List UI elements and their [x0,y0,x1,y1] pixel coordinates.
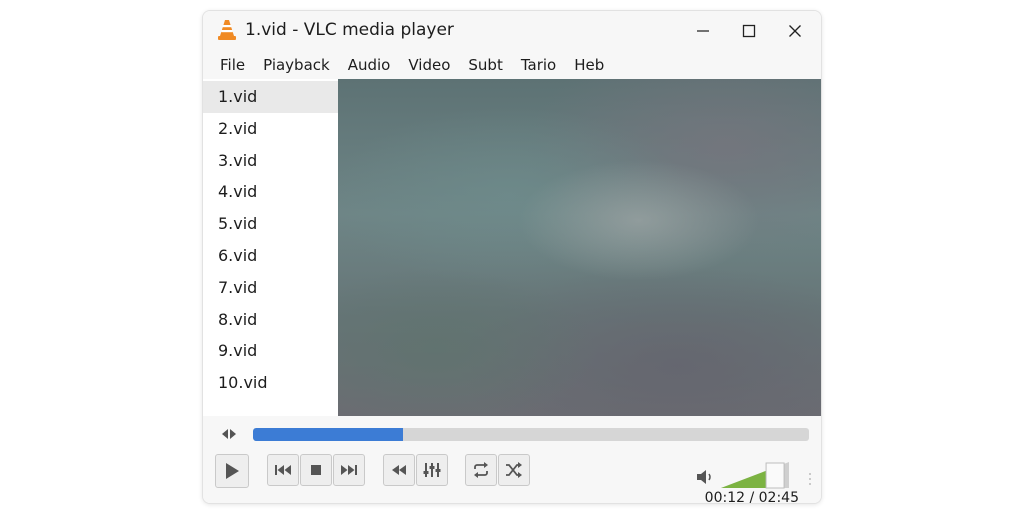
play-icon [226,463,239,479]
time-display: 00:12 / 02:45 [643,490,799,504]
seek-toggle-icon[interactable] [219,426,239,442]
stop-icon [311,465,321,475]
next-button[interactable] [333,454,365,486]
playlist-item[interactable]: 5.vid [203,208,338,240]
playlist-item[interactable]: 2.vid [203,113,338,145]
resize-grip-icon[interactable] [808,472,812,486]
vlc-window: 1.vid - VLC media player File Piayback A… [202,10,822,504]
menu-bar: File Piayback Audio Video Subt Tario Heb [203,51,821,79]
stop-button[interactable] [300,454,332,486]
speaker-icon[interactable] [696,469,716,485]
close-icon [789,25,801,37]
skip-next-icon [341,465,357,475]
previous-button[interactable] [267,454,299,486]
maximize-icon [742,24,756,38]
loop-button[interactable] [465,454,497,486]
rewind-icon [392,465,406,475]
equalizer-button[interactable] [416,454,448,486]
menu-subtitle[interactable]: Subt [459,51,511,79]
window-title: 1.vid - VLC media player [245,20,454,40]
skip-previous-icon [275,465,291,475]
maximize-button[interactable] [729,15,769,47]
time-separator: / [749,490,755,504]
seek-bar[interactable] [253,428,809,441]
playlist: 1.vid 2.vid 3.vid 4.vid 5.vid 6.vid 7.vi… [203,79,338,416]
minimize-icon [697,30,709,32]
menu-tools[interactable]: Tario [512,51,565,79]
menu-audio[interactable]: Audio [339,51,400,79]
menu-playback[interactable]: Piayback [254,51,339,79]
play-button[interactable] [215,454,249,488]
title-bar: 1.vid - VLC media player [203,11,821,51]
minimize-button[interactable] [683,15,723,47]
shuffle-icon [506,462,522,478]
loop-icon [474,462,488,478]
menu-file[interactable]: File [211,51,254,79]
volume-level [721,470,767,488]
playlist-item[interactable]: 1.vid [203,81,338,113]
playlist-item[interactable]: 9.vid [203,335,338,367]
video-area[interactable] [338,79,821,416]
equalizer-icon [423,463,441,477]
seek-bar-progress [253,428,404,441]
playlist-item[interactable]: 4.vid [203,176,338,208]
volume-handle[interactable] [765,462,785,489]
playlist-item[interactable]: 8.vid [203,304,338,336]
vlc-cone-icon [218,20,236,40]
slower-button[interactable] [383,454,415,486]
volume-slider[interactable] [721,459,793,489]
control-bar: 00:12 / 02:45 [203,416,821,504]
playlist-item[interactable]: 3.vid [203,145,338,177]
menu-help[interactable]: Heb [565,51,613,79]
total-time: 02:45 [758,490,799,504]
playlist-item[interactable]: 7.vid [203,272,338,304]
playlist-item[interactable]: 10.vid [203,367,338,399]
close-button[interactable] [775,15,815,47]
current-time: 00:12 [704,490,746,504]
menu-video[interactable]: Video [399,51,459,79]
playlist-item[interactable]: 6.vid [203,240,338,272]
shuffle-button[interactable] [498,454,530,486]
